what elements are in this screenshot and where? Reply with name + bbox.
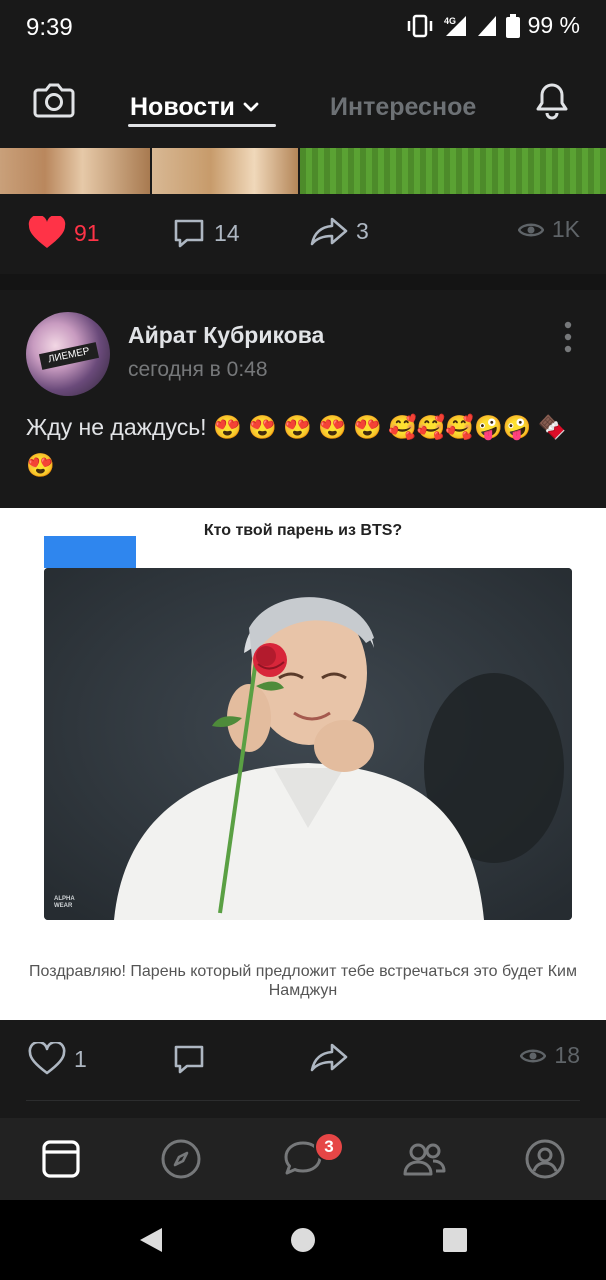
post-attachment-image[interactable]: Кто твой парень из BTS? ALPHA WEAR Поздр… [0, 508, 606, 1020]
signal-icon [477, 15, 496, 36]
attachment-blue-bar [44, 536, 136, 568]
tab-news[interactable]: Новости [130, 86, 259, 128]
share-count: 3 [356, 217, 369, 244]
prev-post-photo [300, 148, 606, 194]
top-nav: Новости Интересное [0, 56, 606, 148]
battery-icon [505, 13, 520, 38]
comment-button[interactable]: 14 [172, 216, 240, 250]
like-button[interactable]: 91 [28, 216, 100, 250]
notifications-button[interactable] [532, 80, 572, 120]
avatar-label: ЛИЕМЕР [38, 342, 100, 370]
chevron-down-icon [243, 102, 259, 112]
status-time: 9:39 [26, 14, 73, 41]
camera-icon [33, 83, 75, 118]
divider [26, 1100, 580, 1101]
avatar[interactable]: ЛИЕМЕР [26, 312, 110, 396]
vibrate-icon [407, 14, 432, 37]
tab-profile[interactable] [524, 1138, 566, 1180]
bell-icon [536, 83, 568, 120]
heart-filled-icon [28, 216, 66, 248]
views-count: 18 [554, 1042, 580, 1068]
attachment-caption: Поздравляю! Парень который предложит теб… [29, 963, 577, 999]
home-icon[interactable] [290, 1227, 316, 1253]
tab-feed[interactable] [40, 1138, 82, 1180]
back-icon[interactable] [138, 1226, 164, 1254]
friends-icon [403, 1143, 446, 1176]
post-time: сегодня в 0:48 [128, 358, 268, 381]
tab-interesting[interactable]: Интересное [330, 86, 476, 128]
comment-count: 14 [214, 219, 240, 246]
profile-icon [525, 1139, 565, 1179]
share-button[interactable] [310, 1042, 348, 1072]
views-counter: 18 [520, 1042, 580, 1069]
recents-icon[interactable] [442, 1227, 468, 1253]
share-icon [310, 217, 348, 246]
share-icon [310, 1043, 348, 1072]
tab-interesting-label: Интересное [330, 92, 477, 121]
battery-percent: 99 % [527, 12, 580, 38]
views-count: 1K [551, 216, 580, 242]
share-button[interactable]: 3 [310, 216, 369, 246]
camera-button[interactable] [32, 80, 76, 120]
svg-text:4G: 4G [444, 16, 456, 26]
prev-post-actions: 91 14 3 1K [0, 194, 606, 274]
feed-post: ЛИЕМЕР Айрат Кубрикова сегодня в 0:48 Жд… [0, 290, 606, 1118]
tab-news-label: Новости [130, 92, 235, 121]
post-author[interactable]: Айрат Кубрикова [128, 322, 324, 349]
like-count: 91 [74, 219, 100, 246]
eye-icon [520, 1049, 547, 1062]
prev-post-photo [0, 148, 150, 194]
photo-watermark: ALPHA WEAR [54, 896, 75, 909]
like-count: 1 [74, 1045, 87, 1072]
portrait-illustration [44, 568, 572, 920]
heart-outline-icon [28, 1042, 66, 1075]
tab-discover[interactable] [160, 1138, 202, 1180]
more-vertical-icon [564, 321, 572, 353]
post-actions: 1 18 [0, 1020, 606, 1100]
prev-post-photo [152, 148, 298, 194]
like-button[interactable]: 1 [28, 1042, 87, 1076]
android-nav-bar [0, 1200, 606, 1280]
comment-button[interactable] [172, 1042, 206, 1076]
comment-icon [174, 1045, 204, 1074]
messages-badge: 3 [314, 1132, 344, 1162]
attachment-photo: ALPHA WEAR [44, 568, 572, 920]
signal-4g-icon: 4G [444, 15, 466, 36]
post-text: Жду не даждусь! 😍 😍 😍 😍 😍 🥰🥰🥰🤪🤪 🍫😍 [26, 414, 567, 478]
views-counter: 1K [517, 216, 580, 243]
tab-active-indicator [128, 124, 276, 127]
prev-post-image[interactable] [0, 148, 606, 194]
compass-icon [161, 1139, 201, 1179]
status-bar: 9:39 4G 99 % [0, 0, 606, 56]
tab-friends[interactable] [402, 1138, 446, 1180]
more-options-button[interactable] [556, 320, 580, 354]
eye-icon [517, 223, 544, 236]
bottom-tab-bar: 3 [0, 1118, 606, 1200]
feed-icon [42, 1140, 80, 1178]
comment-icon [174, 219, 204, 248]
status-icons: 4G 99 % [406, 12, 580, 39]
